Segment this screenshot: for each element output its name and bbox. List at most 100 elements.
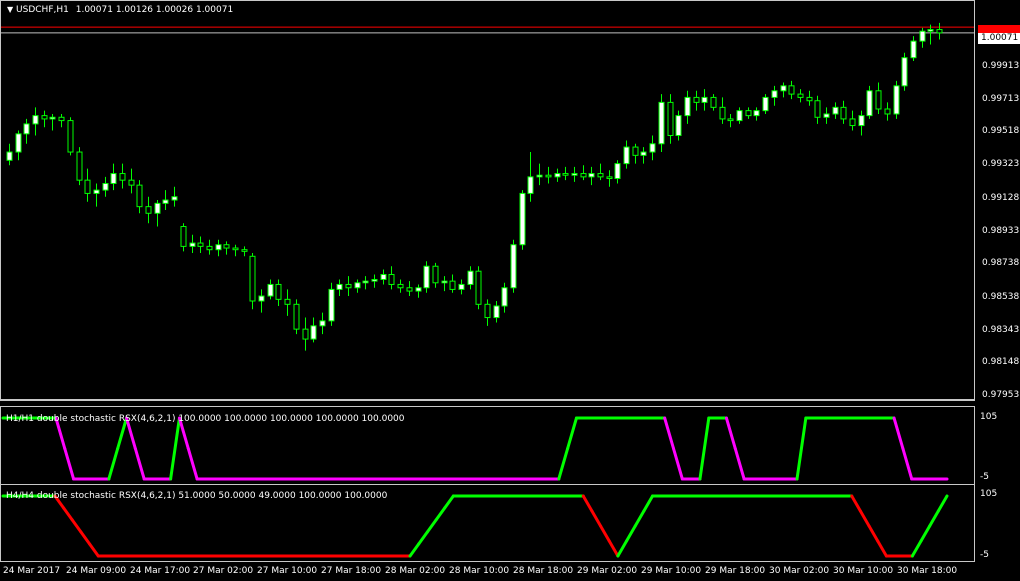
- bull-candle: [493, 305, 500, 319]
- bull-candle: [623, 146, 630, 165]
- h4-indicator-title: H4/H4 double stochastic RSX(4,6,2,1) 51.…: [6, 491, 388, 501]
- stoch-line-segment: [62, 506, 74, 522]
- bear-candle: [632, 146, 639, 156]
- bull-candle: [354, 282, 361, 289]
- price-tick-label: 0.98343: [982, 325, 1020, 335]
- current-price-marker: 1.00071: [978, 33, 1020, 44]
- bull-candle: [527, 176, 534, 194]
- bull-candle: [762, 96, 769, 112]
- bull-candle: [32, 115, 39, 125]
- stoch-line-segment: [892, 416, 905, 450]
- bull-candle: [171, 196, 178, 201]
- bull-candle: [267, 283, 274, 297]
- h4-scale-top: 105: [980, 489, 998, 499]
- stoch-line-segment: [642, 494, 655, 513]
- bear-candle: [345, 283, 352, 289]
- stoch-line-segment: [919, 524, 932, 543]
- bear-candle: [84, 179, 91, 194]
- stoch-line-segment: [581, 494, 594, 513]
- bull-candle: [649, 143, 656, 153]
- bear-candle: [884, 108, 891, 115]
- time-scale[interactable]: 24 Mar 2017 24 Mar 09:00 24 Mar 17:00 27…: [0, 562, 1020, 581]
- bear-candle: [145, 206, 152, 214]
- bull-candle: [675, 115, 682, 136]
- bear-candle: [232, 247, 239, 251]
- stoch-line-segment: [566, 416, 578, 450]
- bull-candle: [110, 173, 117, 184]
- bull-candle: [154, 202, 161, 214]
- bull-candle: [901, 57, 908, 87]
- bull-candle: [93, 189, 100, 194]
- bull-candle: [684, 96, 691, 117]
- bull-candle: [23, 123, 30, 135]
- symbol-header: ▼ USDCHF,H1 1.00071 1.00126 1.00026 1.00…: [7, 5, 233, 15]
- bull-candle: [614, 163, 621, 180]
- bull-candle: [441, 280, 448, 284]
- bull-candle: [467, 270, 474, 285]
- bull-candle: [780, 85, 787, 92]
- bear-candle: [302, 328, 309, 340]
- stoch-line-segment: [625, 524, 637, 543]
- stoch-line-segment: [724, 416, 737, 450]
- stoch-line-segment: [133, 447, 146, 481]
- time-tick-label: 27 Mar 10:00: [257, 566, 318, 576]
- bear-candle: [275, 283, 282, 300]
- time-tick-label: 24 Mar 2017: [3, 566, 61, 576]
- price-tick-label: 0.98738: [982, 258, 1020, 268]
- bear-candle: [128, 179, 135, 186]
- bear-candle: [293, 303, 300, 330]
- time-tick-label: 29 Mar 10:00: [641, 566, 702, 576]
- bull-candle: [866, 90, 873, 117]
- time-tick-label: 30 Mar 18:00: [897, 566, 958, 576]
- bear-candle: [814, 100, 821, 118]
- bull-candle: [536, 174, 543, 178]
- bear-candle: [67, 120, 74, 153]
- price-scale[interactable]: 0.99913 0.99713 0.99518 0.99323 0.99128 …: [975, 0, 1020, 562]
- bear-candle: [58, 116, 65, 122]
- time-tick-label: 28 Mar 02:00: [385, 566, 446, 576]
- bull-candle: [753, 110, 760, 117]
- h1-stochastic-pane[interactable]: H1/H1 double stochastic RSX(4,6,2,1) 100…: [0, 406, 975, 485]
- h1-scale-top: 105: [980, 412, 998, 422]
- stoch-line-segment: [599, 524, 611, 543]
- bull-candle: [640, 151, 647, 156]
- bull-candle: [258, 295, 265, 302]
- bear-candle: [41, 115, 48, 120]
- stoch-line-segment: [876, 539, 888, 558]
- bear-candle: [693, 96, 700, 103]
- time-tick-label: 29 Mar 18:00: [705, 566, 766, 576]
- bull-candle: [328, 288, 335, 322]
- bull-candle: [15, 133, 22, 153]
- bear-candle: [136, 184, 143, 208]
- stoch-line-segment: [733, 447, 746, 481]
- bull-candle: [927, 29, 934, 32]
- bear-candle: [545, 174, 552, 178]
- bear-candle: [606, 176, 613, 180]
- bull-candle: [588, 173, 595, 178]
- bear-candle: [580, 173, 587, 178]
- bear-candle: [197, 242, 204, 247]
- bear-candle: [840, 106, 847, 120]
- bear-candle: [206, 245, 213, 251]
- triangle-down-icon[interactable]: ▼: [7, 5, 13, 14]
- price-chart-pane[interactable]: ▼ USDCHF,H1 1.00071 1.00126 1.00026 1.00…: [0, 0, 975, 400]
- stoch-line-segment: [672, 447, 684, 481]
- stoch-line-segment: [186, 447, 199, 481]
- bull-candle: [823, 113, 830, 118]
- bear-candle: [388, 274, 395, 285]
- h4-stochastic-pane[interactable]: H4/H4 double stochastic RSX(4,6,2,1) 51.…: [0, 484, 975, 562]
- bear-candle: [223, 244, 230, 249]
- bull-candle: [6, 151, 13, 161]
- time-tick-label: 27 Mar 18:00: [321, 566, 382, 576]
- stoch-line-segment: [590, 509, 603, 528]
- bear-candle: [76, 151, 83, 181]
- price-tick-label: 0.99323: [982, 159, 1020, 169]
- stoch-line-segment: [795, 416, 808, 481]
- candlestick-chart: [1, 22, 974, 351]
- stoch-line-segment: [63, 447, 76, 481]
- bear-candle: [806, 96, 813, 102]
- bear-candle: [875, 90, 882, 110]
- bull-candle: [658, 101, 665, 145]
- stoch-line-segment: [607, 539, 620, 558]
- h4-scale-bottom: -5: [980, 550, 989, 560]
